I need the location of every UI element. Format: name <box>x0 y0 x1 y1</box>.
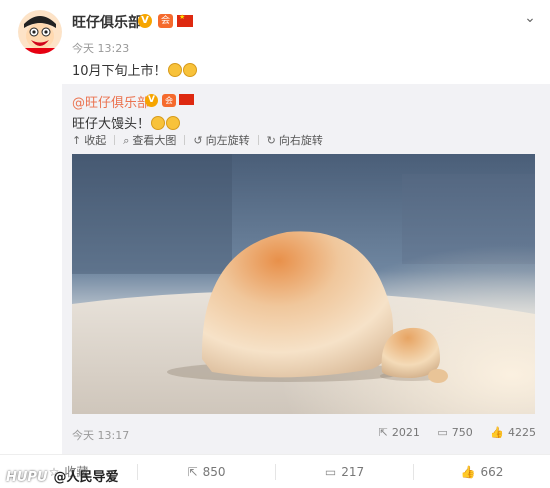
repost-stats: ⇱ 2021 ▭ 750 👍 4225 <box>365 426 536 439</box>
thumbs-up-icon: 👍 <box>490 426 504 439</box>
verified-icon: V <box>138 14 152 28</box>
author-name[interactable]: 旺仔俱乐部 <box>72 12 142 32</box>
repost-text: 旺仔大馒头！ <box>72 113 181 132</box>
comment-button[interactable]: ▭ 217 <box>276 455 413 488</box>
verified-icon: V <box>145 94 158 107</box>
post-text-content: 10月下旬上市！ <box>72 64 167 79</box>
rotate-left-icon: ↺ <box>193 134 203 147</box>
share-icon: ⇱ <box>187 465 198 479</box>
repost-button[interactable]: ⇱ 850 <box>138 455 275 488</box>
repost-time[interactable]: 今天 13:17 <box>72 427 129 443</box>
smile-emoji-icon <box>166 116 181 130</box>
comment-icon: ▭ <box>437 426 448 439</box>
vip-badge-icon[interactable]: 会 <box>162 94 176 107</box>
vip-badge-icon[interactable]: 会 <box>158 14 173 28</box>
arrow-up-icon: ↑ <box>72 134 82 147</box>
share-icon: ⇱ <box>378 426 388 439</box>
rotate-right-icon: ↻ <box>266 134 276 147</box>
post-image-bun[interactable] <box>72 154 535 414</box>
view-large-button[interactable]: ⌕ 查看大图 <box>123 132 176 148</box>
watermark: HUPU @人民导爱 <box>6 466 119 485</box>
smile-emoji-icon <box>151 116 166 130</box>
comment-icon: ▭ <box>324 465 337 479</box>
divider <box>184 135 186 145</box>
post-time[interactable]: 今天 13:23 <box>72 40 129 56</box>
like-count-button[interactable]: 👍 4225 <box>490 426 536 439</box>
watermark-text: @人民导爱 <box>53 470 119 485</box>
cow-emoji-icon <box>167 63 182 77</box>
weibo-post: 旺仔俱乐部 V 会 ⌄ 今天 13:23 10月下旬上市！ @旺仔俱乐部 V 会… <box>0 0 550 488</box>
like-button[interactable]: 👍 662 <box>414 455 550 488</box>
watermark-brand: HUPU <box>6 470 48 485</box>
rotate-left-button[interactable]: ↺ 向左旋转 <box>193 132 249 148</box>
repost-text-content: 旺仔大馒头！ <box>72 117 151 132</box>
thumbs-up-icon: 👍 <box>460 465 476 479</box>
divider <box>257 135 259 145</box>
divider <box>114 135 116 145</box>
chevron-down-icon[interactable]: ⌄ <box>520 8 540 28</box>
image-toolbar: ↑ 收起 ⌕ 查看大图 ↺ 向左旋转 ↻ 向右旋转 <box>72 132 331 150</box>
repost-count-button[interactable]: ⇱ 2021 <box>379 426 420 439</box>
avatar[interactable] <box>18 10 62 54</box>
rotate-right-button[interactable]: ↻ 向右旋转 <box>267 132 323 148</box>
cow-emoji-icon <box>182 63 197 77</box>
comment-count-button[interactable]: ▭ 750 <box>437 426 472 439</box>
repost-box: @旺仔俱乐部 V 会 旺仔大馒头！ ↑ 收起 ⌕ 查看大图 ↺ 向左旋转 ↻ 向右旋转 <box>62 84 550 454</box>
magnifier-icon: ⌕ <box>123 134 130 147</box>
collapse-button[interactable]: ↑ 收起 <box>72 132 106 148</box>
china-flag-icon <box>179 94 194 105</box>
post-text: 10月下旬上市！ <box>72 60 197 79</box>
china-flag-icon <box>177 13 193 27</box>
repost-author[interactable]: @旺仔俱乐部 <box>72 92 150 111</box>
